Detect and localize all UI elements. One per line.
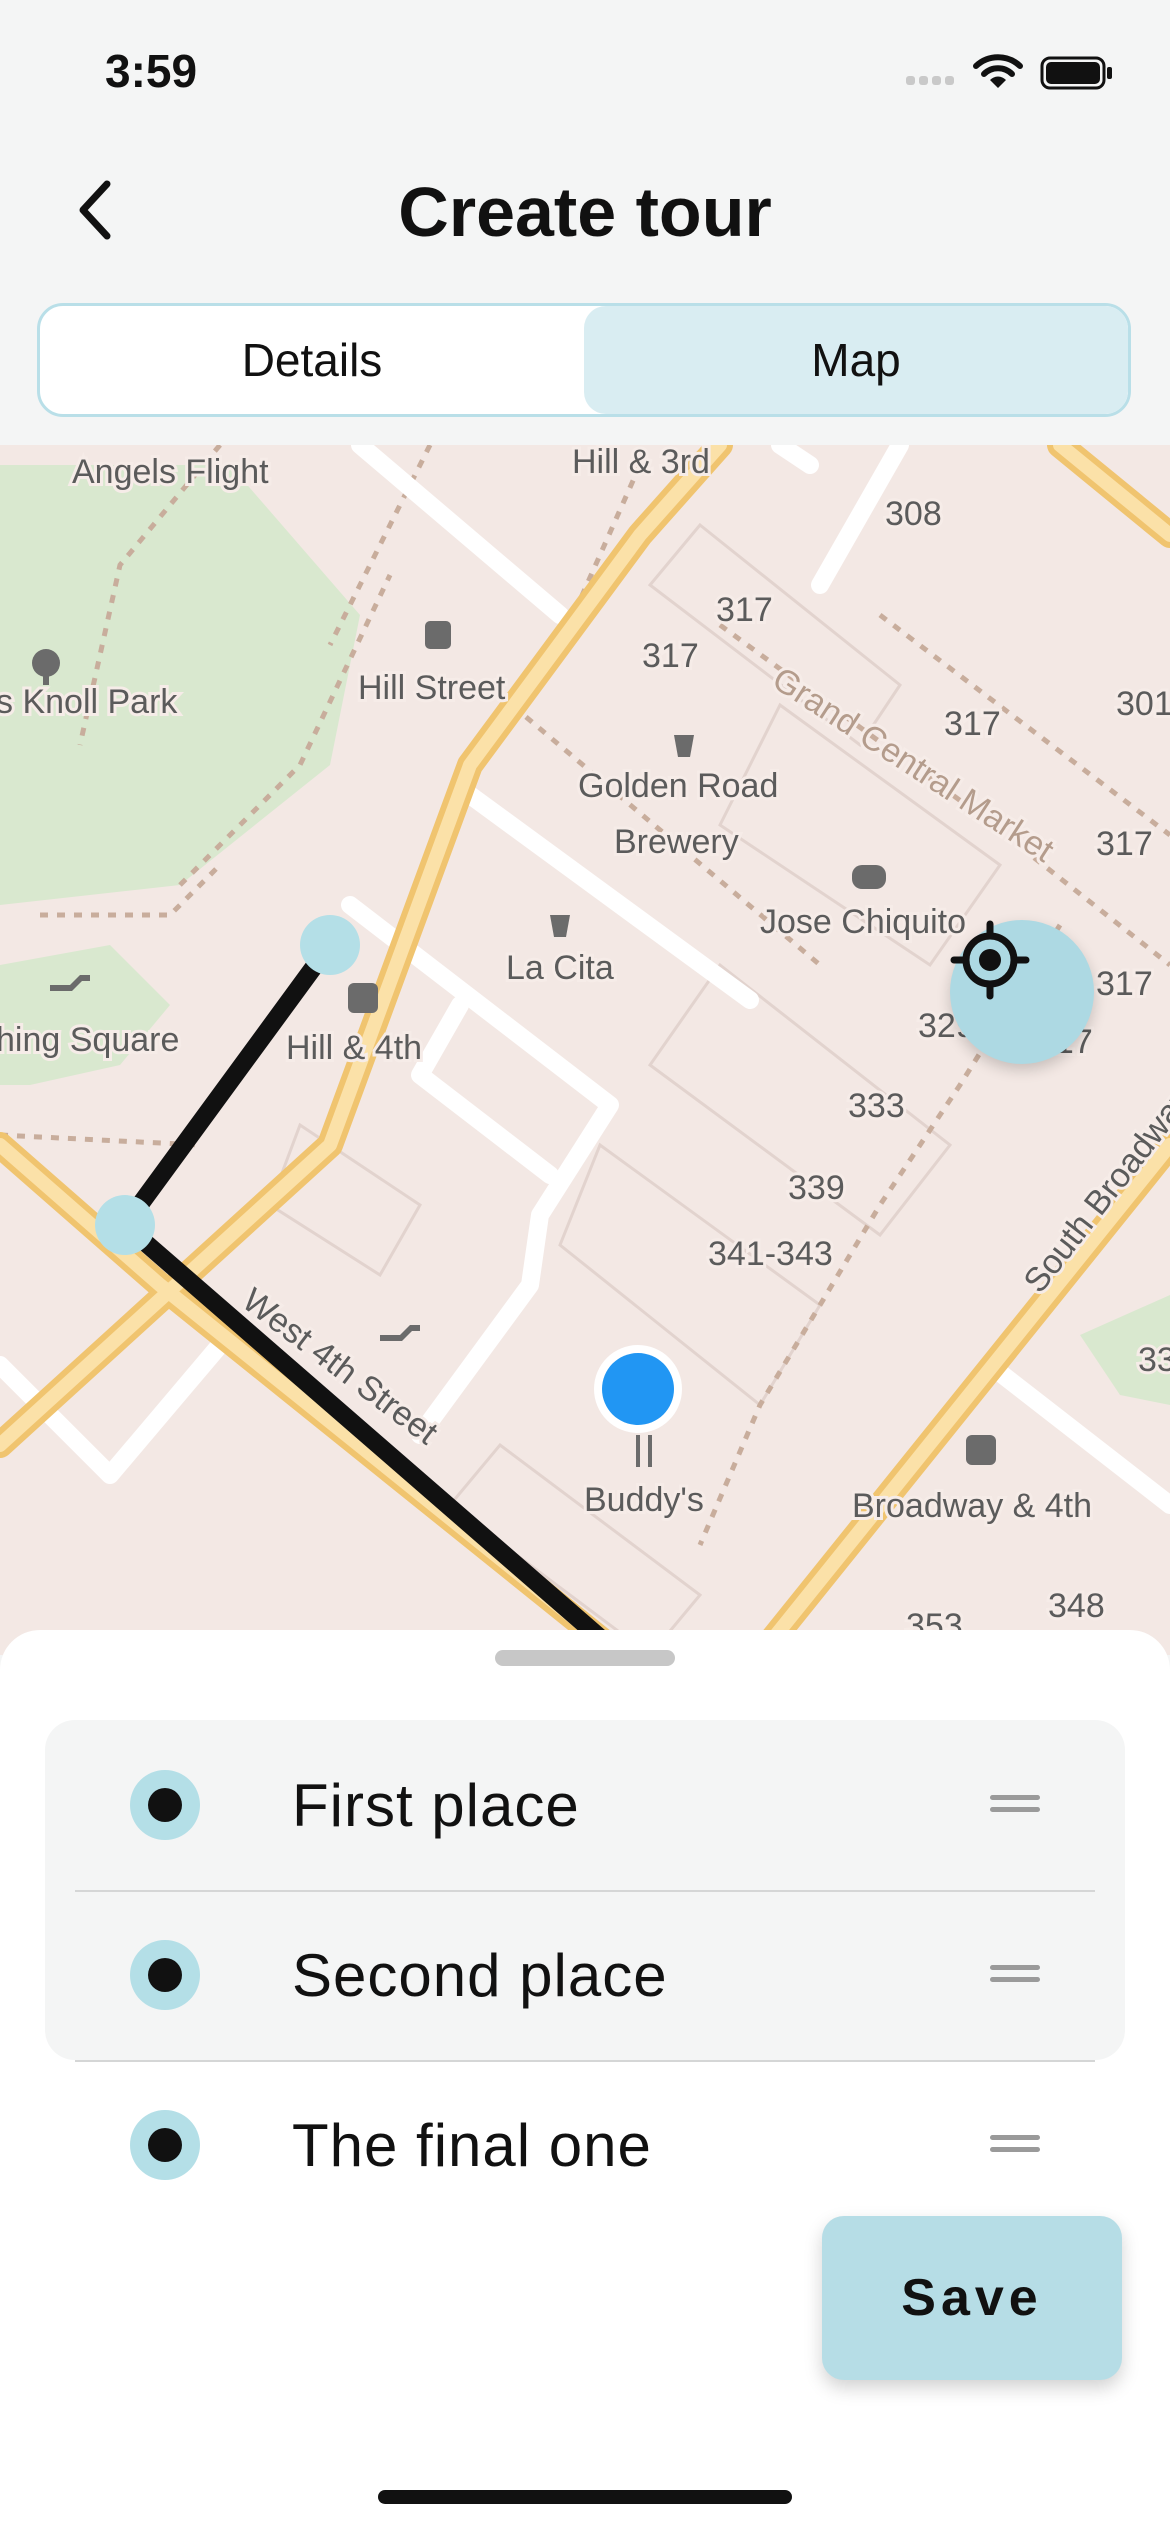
map-label: 333	[848, 1087, 905, 1125]
status-time: 3:59	[105, 45, 198, 97]
place-marker-icon	[130, 1940, 200, 2010]
map-label: 317	[1096, 965, 1153, 1003]
map-label: Angels Flight	[72, 453, 269, 491]
list-item[interactable]: Second place	[45, 1890, 1125, 2060]
escalator-icon	[380, 1325, 420, 1341]
map-label: Hill & 4th	[286, 1029, 422, 1067]
bar-icon	[674, 735, 694, 757]
sheet-handle[interactable]	[495, 1650, 675, 1666]
tab-details[interactable]: Details	[40, 306, 584, 414]
map-label: 317	[944, 705, 1001, 743]
route-waypoint	[95, 1195, 155, 1255]
places-list: First place Second place The final one	[45, 1720, 1125, 2180]
tab-map[interactable]: Map	[584, 306, 1128, 414]
map-label: Hill & 3rd	[572, 445, 710, 481]
route-waypoint	[300, 915, 360, 975]
map-label: 317	[1096, 825, 1153, 863]
map-label: Grand Central Market	[766, 660, 1061, 870]
place-name: The final one	[292, 2111, 652, 2179]
map-label: hing Square	[0, 1021, 179, 1059]
fork-knife-icon	[636, 1435, 652, 1467]
map-label: Jose Chiquito	[760, 903, 966, 941]
drag-handle-icon[interactable]	[990, 2135, 1040, 2155]
bus-stop-icon	[966, 1435, 996, 1465]
home-indicator	[378, 2490, 792, 2504]
bottom-sheet: First place Second place The final one	[0, 1630, 1170, 2532]
map-label: Buddy's	[584, 1481, 704, 1519]
navigation-bar: Create tour	[0, 150, 1170, 270]
bar-icon	[550, 915, 570, 937]
save-button[interactable]: Save	[822, 2216, 1122, 2380]
place-marker-icon	[130, 2110, 200, 2180]
map-label: 317	[716, 591, 773, 629]
map-label: 317	[642, 637, 699, 675]
battery-icon	[1040, 56, 1112, 90]
map-view[interactable]: Angels Flight Hill & 3rd 308 317 317 s K…	[0, 445, 1170, 1655]
map-label: s Knoll Park	[0, 683, 178, 721]
park-area	[0, 945, 170, 1085]
place-name: First place	[292, 1771, 580, 1839]
tram-icon	[425, 621, 451, 649]
map-label: Broadway & 4th	[852, 1487, 1092, 1525]
map-label: 33	[1138, 1341, 1170, 1379]
cellular-signal-icon	[906, 72, 962, 86]
drag-handle-icon[interactable]	[990, 1965, 1040, 1985]
crosshair-icon	[950, 920, 1030, 1000]
status-bar: 3:59	[0, 0, 1170, 140]
map-label: 301	[1116, 685, 1170, 723]
list-item[interactable]: First place	[45, 1720, 1125, 1890]
list-item[interactable]: The final one	[45, 2060, 1125, 2230]
segmented-control: Details Map	[37, 303, 1131, 417]
bus-stop-icon	[348, 983, 378, 1013]
place-marker-icon	[130, 1770, 200, 1840]
map-label: 308	[885, 495, 942, 533]
map-label: Hill Street	[358, 669, 506, 707]
wifi-icon	[973, 54, 1023, 88]
map-label: La Cita	[506, 949, 614, 987]
map-label: Golden Road	[578, 767, 778, 805]
page-title: Create tour	[398, 173, 772, 251]
map-label: 348	[1048, 1587, 1105, 1625]
map-label: 341-343	[708, 1235, 833, 1273]
place-name: Second place	[292, 1941, 668, 2009]
restaurant-icon	[852, 865, 886, 889]
drag-handle-icon[interactable]	[990, 1795, 1040, 1815]
map-label: Brewery	[614, 823, 739, 861]
locate-me-button[interactable]	[950, 920, 1094, 1064]
map-label: 339	[788, 1169, 845, 1207]
